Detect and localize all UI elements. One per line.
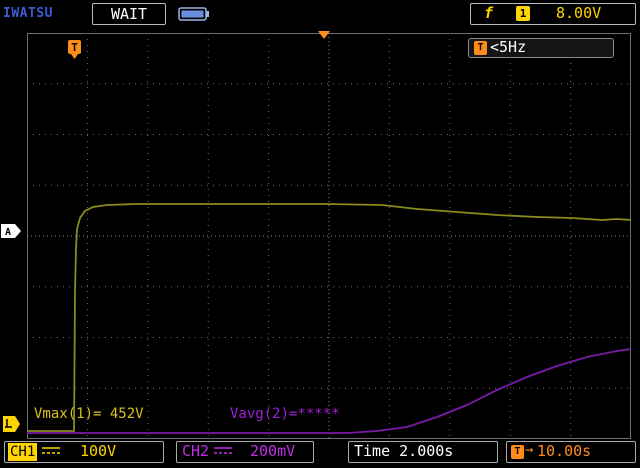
measurement-vavg: Vavg(2)=***** (230, 406, 340, 422)
battery-icon (178, 7, 209, 21)
dc-coupling-icon (42, 447, 60, 454)
timebase-readout: Time 2.000s (354, 442, 454, 460)
trigger-edge-icon: f (484, 4, 494, 22)
trigger-delay-badge: T (511, 445, 524, 459)
svg-text:T: T (71, 41, 78, 54)
trigger-source-badge: 1 (516, 6, 530, 21)
trigger-marker[interactable]: T (68, 40, 82, 60)
measurement-vmax: Vmax(1)= 452V (34, 406, 144, 422)
trigger-delay: 10.00s (537, 442, 592, 460)
trigger-settings[interactable] (470, 3, 636, 25)
ch2-scale: 200mV (250, 442, 296, 460)
svg-text:A: A (5, 227, 11, 238)
trigger-position-marker[interactable] (318, 31, 330, 40)
acquisition-status: WAIT (92, 3, 166, 25)
channel-a-marker[interactable]: A (1, 224, 23, 238)
graticule-grid (27, 33, 631, 439)
ch1-scale: 100V (80, 442, 117, 460)
arrow-right-icon: → (525, 442, 534, 458)
brand-logo: IWATSU (3, 6, 53, 21)
ch1-ground-marker[interactable] (3, 416, 21, 434)
trigger-level: 8.00V (556, 4, 602, 22)
trigger-frequency: <5Hz (490, 38, 527, 56)
trigger-badge: T (474, 41, 487, 55)
waveform-display[interactable] (27, 33, 631, 439)
dc-coupling-icon (214, 447, 232, 454)
ch1-label: CH1 (8, 443, 38, 461)
ch2-label: CH2 (182, 442, 210, 460)
